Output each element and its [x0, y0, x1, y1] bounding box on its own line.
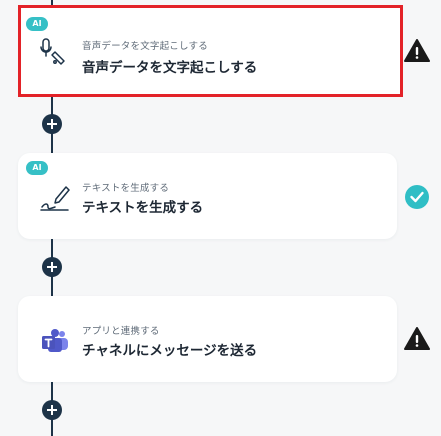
add-step-button[interactable]: [42, 400, 62, 420]
add-step-button[interactable]: [42, 257, 62, 277]
ai-badge: AI: [26, 17, 48, 31]
warning-icon: [404, 38, 430, 64]
warning-icon: [404, 326, 430, 352]
step-app-label: テキストを生成する: [82, 183, 170, 194]
microsoft-teams-icon: [40, 328, 70, 358]
check-circle-icon: [404, 184, 430, 210]
step-title: チャネルにメッセージを送る: [82, 343, 258, 359]
pen-signature-icon: [40, 183, 70, 213]
flow-step-send-channel-message[interactable]: アプリと連携する チャネルにメッセージを送る: [18, 296, 397, 382]
step-title: 音声データを文字起こしする: [82, 60, 258, 76]
step-app-label: アプリと連携する: [82, 326, 160, 337]
microphone-icon: [38, 36, 68, 66]
flow-step-generate-text[interactable]: テキストを生成する テキストを生成する: [18, 153, 397, 239]
flow-step-transcribe[interactable]: 音声データを文字起こしする 音声データを文字起こしする: [18, 5, 403, 97]
step-app-label: 音声データを文字起こしする: [82, 41, 208, 52]
step-title: テキストを生成する: [82, 200, 204, 216]
ai-badge: AI: [26, 161, 48, 175]
add-step-button[interactable]: [42, 114, 62, 134]
